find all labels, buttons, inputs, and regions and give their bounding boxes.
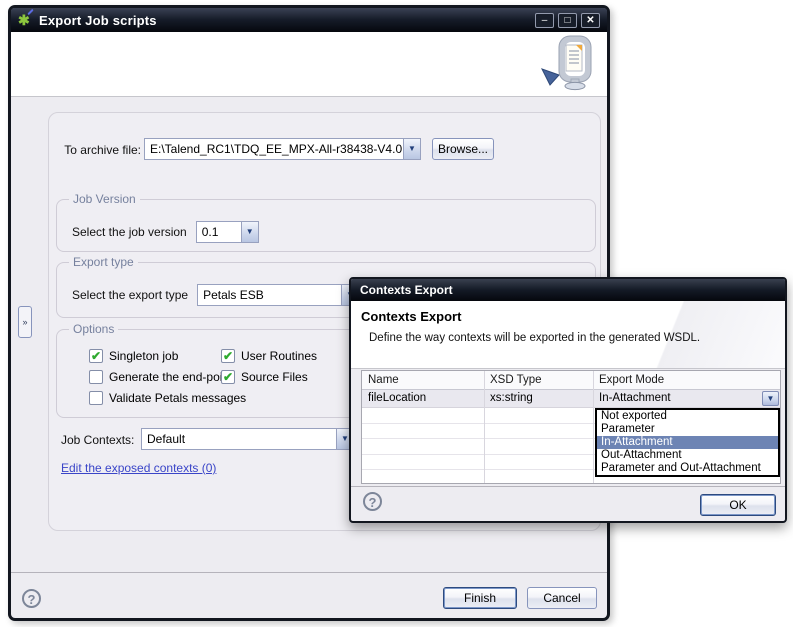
title-bar: ✱ Export Job scripts – □ ✕ [11,8,607,32]
archive-file-label: To archive file: [49,143,141,157]
option-generate-the-end-point[interactable]: Generate the end-point [89,370,221,384]
contexts-banner: Contexts Export Define the way contexts … [351,301,785,369]
dialog-title: Export Job scripts [39,13,157,28]
wizard-banner [11,32,607,97]
option-label: User Routines [241,349,317,363]
export-mode-dropdown-button[interactable]: ▼ [762,391,779,406]
combo-arrow-icon[interactable]: ▼ [403,139,420,159]
export-type-value[interactable]: Petals ESB [198,285,341,305]
job-version-label: Select the job version [72,225,187,239]
help-button[interactable]: ? [363,492,382,511]
contexts-description: Define the way contexts will be exported… [369,332,700,344]
export-mode-dropdown-list: Not exportedParameterIn-AttachmentOut-At… [595,408,780,477]
cell-export-mode[interactable]: In-Attachment [593,390,780,407]
table-header-row: NameXSD TypeExport Mode [362,371,780,390]
checkbox-checked-icon[interactable]: ✔ [221,349,235,363]
edit-exposed-contexts-link[interactable]: Edit the exposed contexts (0) [61,461,216,475]
cancel-button[interactable]: Cancel [527,587,597,609]
combo-arrow-icon[interactable]: ▼ [241,222,258,242]
close-button[interactable]: ✕ [581,13,600,28]
option-label: Source Files [241,370,308,384]
finish-button[interactable]: Finish [443,587,517,609]
checkbox-unchecked-icon[interactable] [89,391,103,405]
checkbox-unchecked-icon[interactable] [89,370,103,384]
dropdown-option-parameter[interactable]: Parameter [597,423,778,436]
checkbox-checked-icon[interactable]: ✔ [221,370,235,384]
contexts-heading: Contexts Export [361,309,461,324]
option-validate-petals-messages[interactable]: Validate Petals messages [89,391,221,405]
table-row[interactable]: fileLocation xs:string In-Attachment ▼ [362,390,780,408]
option-label: Generate the end-point [109,370,232,384]
options-group-label: Options [69,322,118,336]
option-label: Singleton job [109,349,178,363]
archive-file-value[interactable]: E:\Talend_RC1\TDQ_EE_MPX-All-r38438-V4.0… [145,139,403,159]
job-contexts-label: Job Contexts: [61,433,134,447]
contexts-title-bar: Contexts Export [351,279,785,301]
option-singleton-job[interactable]: ✔ Singleton job [89,349,221,363]
minimize-button[interactable]: – [535,13,554,28]
dropdown-option-in-attachment[interactable]: In-Attachment [597,436,778,449]
checkbox-checked-icon[interactable]: ✔ [89,349,103,363]
column-divider [484,371,485,483]
job-version-group: Job Version Select the job version 0.1 ▼ [56,199,596,252]
column-header-xsd-type[interactable]: XSD Type [484,371,593,389]
job-contexts-value[interactable]: Default [142,429,336,449]
column-divider [593,371,594,483]
option-label: Validate Petals messages [109,391,246,405]
export-type-group-label: Export type [69,255,138,269]
window-controls: – □ ✕ [535,13,600,28]
talend-icon: ✱ [18,13,33,28]
contexts-export-dialog: Contexts Export Contexts Export Define t… [349,277,787,523]
cell-xsd-type[interactable]: xs:string [484,390,593,407]
footer-separator [11,572,607,573]
dropdown-option-out-attachment[interactable]: Out-Attachment [597,449,778,462]
column-header-name[interactable]: Name [362,371,484,389]
export-type-label: Select the export type [72,288,188,302]
ok-button[interactable]: OK [700,494,776,516]
dropdown-option-parameter-and-out-attachment[interactable]: Parameter and Out-Attachment [597,462,778,475]
cell-name[interactable]: fileLocation [362,390,484,407]
job-version-combo[interactable]: 0.1 ▼ [196,221,259,243]
browse-button[interactable]: Browse... [432,138,494,160]
job-contexts-combo[interactable]: Default ▼ [141,428,354,450]
export-type-combo[interactable]: Petals ESB ▼ [197,284,359,306]
job-version-value[interactable]: 0.1 [197,222,241,242]
help-button[interactable]: ? [22,589,41,608]
maximize-button[interactable]: □ [558,13,577,28]
export-wizard-icon [537,35,593,98]
archive-file-combo[interactable]: E:\Talend_RC1\TDQ_EE_MPX-All-r38438-V4.0… [144,138,421,160]
dropdown-option-not-exported[interactable]: Not exported [597,410,778,423]
fast-view-restore-button[interactable]: » [18,306,32,338]
column-header-export-mode[interactable]: Export Mode [593,371,780,389]
footer-separator [351,486,785,487]
job-version-group-label: Job Version [69,192,140,206]
